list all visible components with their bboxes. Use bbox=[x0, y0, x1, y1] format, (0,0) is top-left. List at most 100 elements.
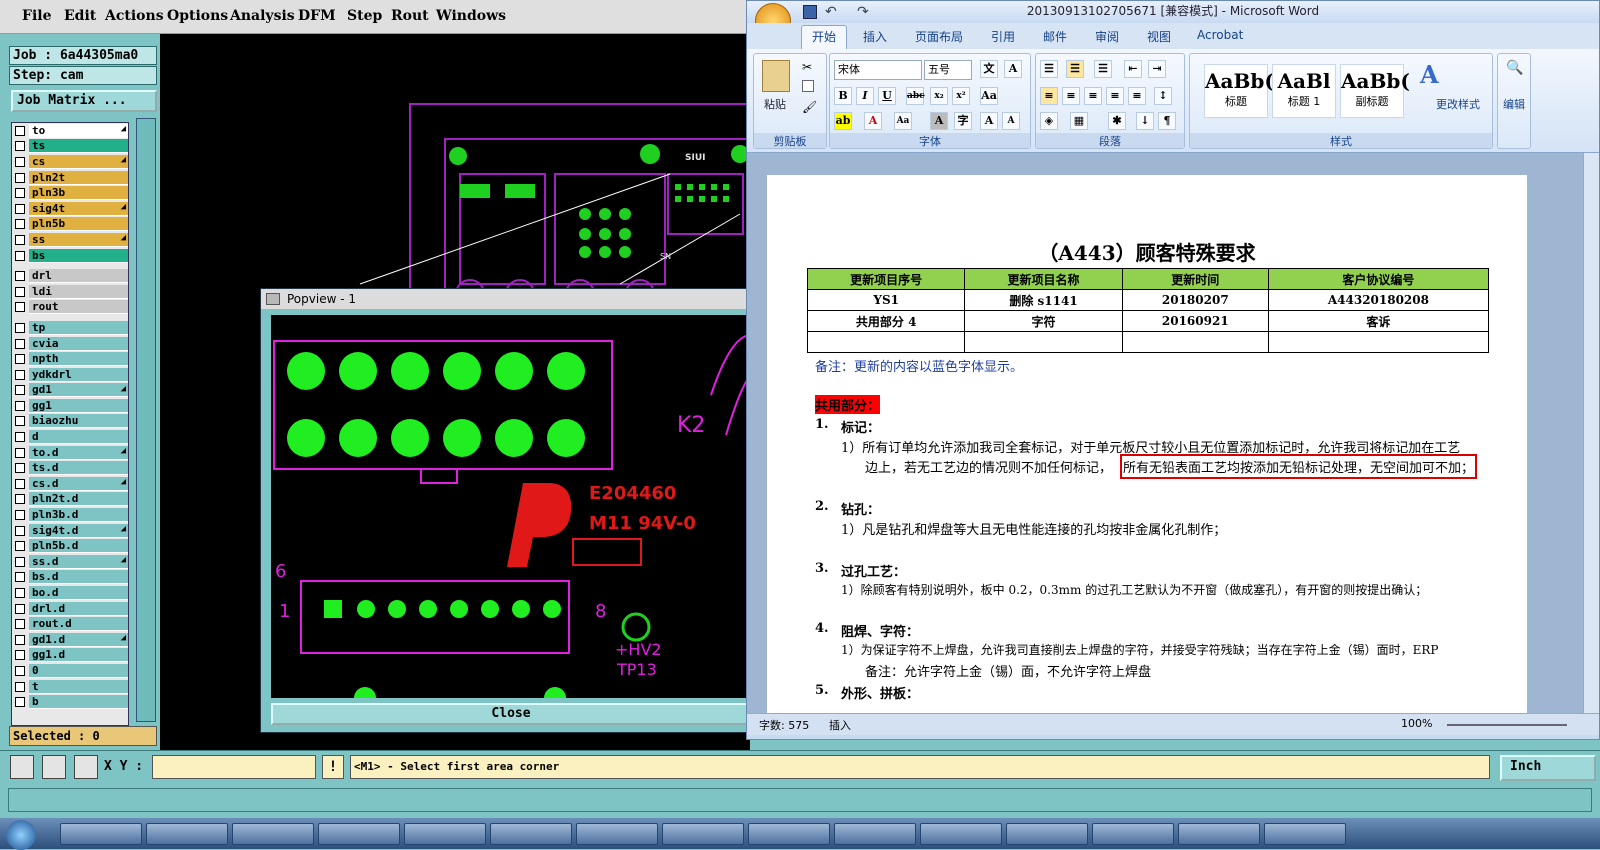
layer-row[interactable]: gg1.d bbox=[12, 648, 128, 664]
bullets-icon[interactable]: ☰ bbox=[1040, 60, 1058, 78]
layer-name[interactable]: npth bbox=[29, 352, 128, 367]
numbering-icon[interactable]: ☰ bbox=[1066, 60, 1084, 78]
layer-row[interactable]: bo.d bbox=[12, 585, 128, 601]
layer-checkbox[interactable] bbox=[15, 432, 25, 443]
underline-icon[interactable]: U bbox=[878, 87, 896, 105]
layer-checkbox[interactable] bbox=[15, 510, 25, 521]
layer-row[interactable]: drl.d bbox=[12, 601, 128, 617]
measure-icon[interactable] bbox=[42, 755, 66, 779]
tab-references[interactable]: 引用 bbox=[991, 28, 1015, 45]
taskbar-item[interactable] bbox=[748, 823, 830, 845]
taskbar-item[interactable] bbox=[662, 823, 744, 845]
layer-checkbox[interactable] bbox=[15, 603, 25, 614]
layer-row[interactable]: to ◢ bbox=[12, 123, 128, 139]
save-icon[interactable] bbox=[803, 5, 817, 19]
layer-name[interactable]: rout.d bbox=[29, 617, 128, 632]
layer-name[interactable]: pln5b bbox=[29, 217, 128, 232]
paste-icon[interactable] bbox=[762, 60, 790, 92]
taskbar-item[interactable] bbox=[1264, 823, 1346, 845]
layer-row[interactable]: ydkdrl bbox=[12, 367, 128, 383]
font-size-select[interactable]: 五号 bbox=[924, 60, 972, 80]
tab-home[interactable]: 开始 bbox=[801, 25, 848, 49]
find-icon[interactable]: 🔍 bbox=[1506, 60, 1523, 76]
multilevel-list-icon[interactable]: ☰ bbox=[1094, 60, 1112, 78]
layer-row[interactable]: ss.d ◢ bbox=[12, 554, 128, 570]
layer-checkbox[interactable] bbox=[15, 681, 25, 692]
style-subtitle[interactable]: AaBb(副标题 bbox=[1340, 64, 1410, 118]
taskbar-item[interactable] bbox=[1178, 823, 1260, 845]
layer-checkbox[interactable] bbox=[15, 400, 25, 411]
layer-checkbox[interactable] bbox=[15, 322, 25, 333]
layer-checkbox[interactable] bbox=[15, 478, 25, 489]
zoom-area-icon[interactable] bbox=[10, 755, 34, 779]
grid-snap-icon[interactable] bbox=[74, 755, 98, 779]
layer-name[interactable]: drl.d bbox=[29, 601, 128, 616]
char-shading-icon[interactable]: A bbox=[930, 112, 948, 130]
undo-icon[interactable]: ↶ bbox=[825, 4, 837, 20]
insert-mode[interactable]: 插入 bbox=[829, 717, 851, 733]
increase-indent-icon[interactable]: ⇥ bbox=[1148, 60, 1166, 78]
shading-icon[interactable]: ◈ bbox=[1040, 112, 1058, 130]
layer-row[interactable]: sig4t ◢ bbox=[12, 201, 128, 217]
superscript-icon[interactable]: x² bbox=[952, 87, 970, 105]
layer-checkbox[interactable] bbox=[15, 302, 25, 313]
show-marks-icon[interactable]: ¶ bbox=[1158, 112, 1176, 130]
layer-row[interactable]: ldi bbox=[12, 284, 128, 300]
menu-step[interactable]: Step bbox=[347, 8, 382, 24]
layer-row[interactable]: pln5b.d bbox=[12, 538, 128, 554]
layer-name[interactable]: cs bbox=[29, 154, 128, 169]
layer-name[interactable]: to bbox=[29, 123, 128, 138]
menu-analysis[interactable]: Analysis bbox=[230, 8, 295, 24]
layer-row[interactable]: b bbox=[12, 694, 128, 710]
job-matrix-button[interactable]: Job Matrix ... bbox=[11, 90, 157, 112]
layer-row[interactable]: pln5b bbox=[12, 217, 128, 233]
popview-title[interactable]: Popview - 1 bbox=[261, 289, 749, 309]
layer-name[interactable]: drl bbox=[29, 269, 128, 284]
layer-checkbox[interactable] bbox=[15, 188, 25, 199]
document-page[interactable]: （A443）顾客特殊要求 更新项目序号 更新项目名称 更新时间 客户协议编号 Y… bbox=[767, 175, 1527, 715]
layer-checkbox[interactable] bbox=[15, 572, 25, 583]
menu-rout[interactable]: Rout bbox=[391, 8, 429, 24]
layer-name[interactable]: b bbox=[29, 695, 128, 710]
layer-checkbox[interactable] bbox=[15, 141, 25, 152]
clear-format-icon[interactable]: Aa bbox=[980, 87, 998, 105]
layer-name[interactable]: cvia bbox=[29, 336, 128, 351]
layer-checkbox[interactable] bbox=[15, 125, 25, 136]
layer-name[interactable]: pln2t.d bbox=[29, 492, 128, 507]
highlight-icon[interactable]: ab bbox=[834, 112, 852, 130]
word-count[interactable]: 字数: 575 bbox=[759, 717, 809, 733]
layer-row[interactable]: t bbox=[12, 679, 128, 695]
layer-row[interactable]: rout bbox=[12, 300, 128, 316]
layer-name[interactable]: sig4t.d bbox=[29, 523, 128, 538]
strikethrough-icon[interactable]: abc bbox=[906, 87, 925, 105]
bold-icon[interactable]: B bbox=[834, 87, 852, 105]
copy-icon[interactable] bbox=[802, 80, 814, 92]
document-scrollbar[interactable] bbox=[1583, 153, 1599, 713]
layer-row[interactable]: bs bbox=[12, 248, 128, 264]
layer-checkbox[interactable] bbox=[15, 203, 25, 214]
layer-name[interactable]: ldi bbox=[29, 284, 128, 299]
layer-name[interactable]: bo.d bbox=[29, 586, 128, 601]
layer-row[interactable]: to.d ◢ bbox=[12, 445, 128, 461]
menu-file[interactable]: File bbox=[22, 8, 51, 24]
layer-checkbox[interactable] bbox=[15, 338, 25, 349]
change-styles-icon[interactable]: A bbox=[1420, 60, 1439, 89]
layer-checkbox[interactable] bbox=[15, 588, 25, 599]
borders-icon[interactable]: ▦ bbox=[1070, 112, 1088, 130]
layer-name[interactable]: pln3b.d bbox=[29, 508, 128, 523]
layer-name[interactable]: tp bbox=[29, 320, 128, 335]
menu-edit[interactable]: Edit bbox=[64, 8, 96, 24]
tab-acrobat[interactable]: Acrobat bbox=[1197, 28, 1243, 42]
layer-row[interactable]: cs.d ◢ bbox=[12, 476, 128, 492]
enclose-char-icon[interactable]: 字 bbox=[954, 112, 972, 130]
layer-checkbox[interactable] bbox=[15, 234, 25, 245]
layer-name[interactable]: gd1 bbox=[29, 383, 128, 398]
paste-button[interactable]: 粘贴 bbox=[764, 96, 786, 112]
redo-icon[interactable]: ↷ bbox=[857, 4, 869, 20]
layer-checkbox[interactable] bbox=[15, 634, 25, 645]
layer-checkbox[interactable] bbox=[15, 619, 25, 630]
layer-name[interactable]: gd1.d bbox=[29, 632, 128, 647]
popview-close-button[interactable]: Close bbox=[271, 703, 751, 725]
taskbar-item[interactable] bbox=[318, 823, 400, 845]
layer-row[interactable]: pln3b bbox=[12, 185, 128, 201]
